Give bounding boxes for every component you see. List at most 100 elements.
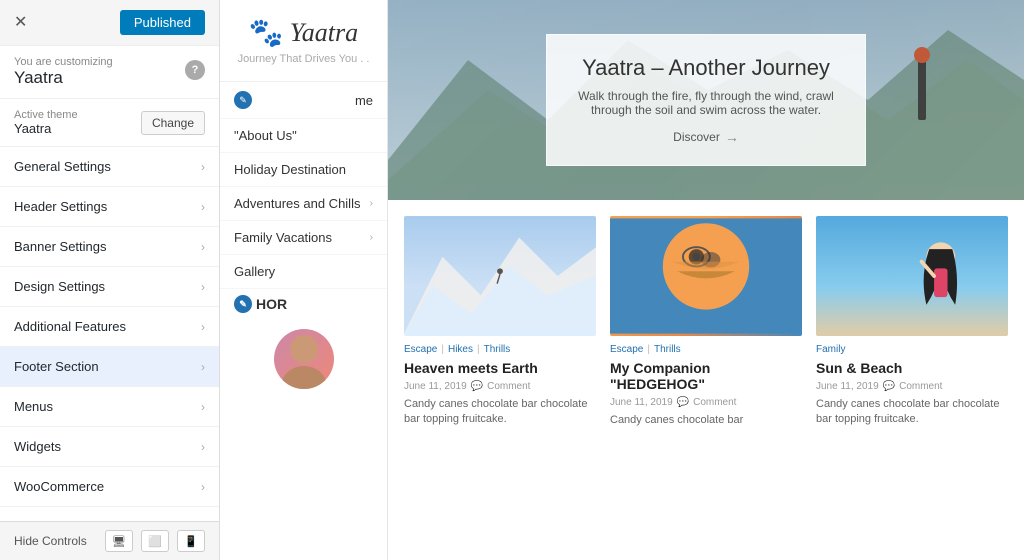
nav-item-label: Additional Features (14, 319, 126, 334)
customizer-header: ✕ Published (0, 0, 219, 46)
close-button[interactable]: ✕ (14, 15, 27, 31)
nav-item-banner-settings[interactable]: Banner Settings › (0, 227, 219, 267)
nav-item-header-settings[interactable]: Header Settings › (0, 187, 219, 227)
chevron-right-icon: › (201, 360, 205, 374)
tag-escape-2[interactable]: Escape (610, 344, 643, 355)
chevron-right-icon: › (370, 198, 373, 209)
site-navigation: ✎ me "About Us" Holiday Destination Adve… (220, 82, 387, 560)
nav-item-additional-features[interactable]: Additional Features › (0, 307, 219, 347)
author-avatar (274, 329, 334, 389)
card-1-meta: June 11, 2019 💬 Comment (404, 381, 596, 392)
device-icons: 🖥 ⬜ 📱 (105, 530, 205, 552)
site-logo-area: 🐾 Yaatra Journey That Drives You . . (220, 0, 387, 82)
hide-controls-label: Hide Controls (14, 534, 87, 548)
card-3-date: June 11, 2019 (816, 381, 879, 392)
nav-label-family: Family Vacations (234, 230, 332, 245)
help-icon[interactable]: ? (185, 60, 205, 80)
card-image-mountains (404, 216, 596, 336)
nav-item-label: Widgets (14, 439, 61, 454)
bottom-bar: Hide Controls 🖥 ⬜ 📱 (0, 521, 219, 560)
desktop-icon[interactable]: 🖥 (105, 530, 133, 552)
hor-edit-icon[interactable]: ✎ (234, 295, 252, 313)
chevron-right-icon: › (201, 440, 205, 454)
blog-card-3: Family Sun & Beach June 11, 2019 💬 Comme… (816, 216, 1008, 428)
site-logo-text: Yaatra (290, 18, 358, 48)
card-3-excerpt: Candy canes chocolate bar chocolate bar … (816, 397, 1008, 428)
card-1-date: June 11, 2019 (404, 381, 467, 392)
nav-item-design-settings[interactable]: Design Settings› (0, 267, 219, 307)
customizer-panel: ✕ Published You are customizing Yaatra ?… (0, 0, 220, 560)
nav-item-home[interactable]: ✎ me (220, 82, 387, 119)
card-1-comment[interactable]: Comment (487, 381, 530, 392)
theme-name: Yaatra (14, 121, 78, 136)
card-3-title[interactable]: Sun & Beach (816, 360, 1008, 376)
card-1-excerpt: Candy canes chocolate bar chocolate bar … (404, 397, 596, 428)
nav-label-home: me (355, 93, 373, 108)
tag-thrills-2[interactable]: Thrills (654, 344, 681, 355)
card-image-beach (816, 216, 1008, 336)
theme-section: Active theme Yaatra Change (0, 99, 219, 147)
nav-item-adventures[interactable]: Adventures and Chills › (220, 187, 387, 221)
card-2-meta: June 11, 2019 💬 Comment (610, 397, 802, 408)
logo-icon: 🐾 (249, 16, 284, 49)
nav-item-woocommerce[interactable]: WooCommerce› (0, 467, 219, 507)
tag-hikes[interactable]: Hikes (448, 344, 473, 355)
nav-item-holiday[interactable]: Holiday Destination (220, 153, 387, 187)
nav-item-label: Banner Settings (14, 239, 107, 254)
card-2-title[interactable]: My Companion "HEDGEHOG" (610, 360, 802, 392)
customizing-info: You are customizing Yaatra ? (0, 46, 219, 99)
edit-pencil-icon[interactable]: ✎ (234, 91, 252, 109)
chevron-right-icon: › (201, 160, 205, 174)
hero-overlay: Yaatra – Another Journey Walk through th… (546, 34, 866, 166)
chevron-right-icon: › (201, 280, 205, 294)
site-tagline: Journey That Drives You . . (238, 53, 370, 65)
discover-label: Discover (673, 130, 720, 144)
settings-nav: General Settings›Header Settings›Banner … (0, 147, 219, 521)
author-section (220, 319, 387, 399)
site-nav-panel: 🐾 Yaatra Journey That Drives You . . ✎ m… (220, 0, 388, 560)
tag-thrills-1[interactable]: Thrills (484, 344, 511, 355)
blog-card-1: Escape | Hikes | Thrills Heaven meets Ea… (404, 216, 596, 428)
change-theme-button[interactable]: Change (141, 111, 205, 135)
nav-item-about[interactable]: "About Us" (220, 119, 387, 153)
tag-family[interactable]: Family (816, 344, 845, 355)
blog-card-2: Escape | Thrills My Companion "HEDGEHOG"… (610, 216, 802, 428)
hide-controls-button[interactable]: Hide Controls (14, 534, 87, 548)
nav-item-general-settings[interactable]: General Settings › (0, 147, 219, 187)
nav-item-label: General Settings (14, 159, 111, 174)
chevron-right-icon-2: › (370, 232, 373, 243)
chevron-right-icon: › (201, 240, 205, 254)
discover-arrow-icon: → (725, 129, 739, 145)
discover-button[interactable]: Discover → (577, 129, 835, 145)
nav-item-menus[interactable]: Menus › (0, 387, 219, 427)
nav-item-gallery[interactable]: Gallery (220, 255, 387, 289)
nav-item-additional-css[interactable]: Additional CSS› (0, 507, 219, 521)
nav-item-label: Menus (14, 399, 53, 414)
nav-item-label: Header Settings (14, 199, 107, 214)
card-2-excerpt: Candy canes chocolate bar (610, 413, 802, 428)
tag-escape-1[interactable]: Escape (404, 344, 437, 355)
nav-item-label: WooCommerce (14, 479, 104, 494)
nav-label-about: "About Us" (234, 128, 297, 143)
nav-label-adventures: Adventures and Chills (234, 196, 360, 211)
card-3-comment[interactable]: Comment (899, 381, 942, 392)
nav-label-holiday: Holiday Destination (234, 162, 346, 177)
hero-title: Yaatra – Another Journey (577, 55, 835, 81)
card-1-title[interactable]: Heaven meets Earth (404, 360, 596, 376)
mobile-icon[interactable]: 📱 (177, 530, 205, 552)
site-preview-panel: Yaatra – Another Journey Walk through th… (388, 0, 1024, 560)
published-button[interactable]: Published (120, 10, 205, 35)
nav-item-widgets[interactable]: Widgets › (0, 427, 219, 467)
tablet-icon[interactable]: ⬜ (141, 530, 169, 552)
nav-item-family[interactable]: Family Vacations › (220, 221, 387, 255)
card-2-comment[interactable]: Comment (693, 397, 736, 408)
blog-section: Escape | Hikes | Thrills Heaven meets Ea… (388, 200, 1024, 444)
site-title: Yaatra (14, 68, 113, 88)
nav-item-footer-section[interactable]: Footer Section› (0, 347, 219, 387)
chevron-right-icon: › (201, 200, 205, 214)
chevron-right-icon: › (201, 400, 205, 414)
chevron-right-icon: › (201, 320, 205, 334)
blog-grid: Escape | Hikes | Thrills Heaven meets Ea… (404, 216, 1008, 428)
card-1-tags: Escape | Hikes | Thrills (404, 344, 596, 355)
hor-section: ✎ HOR (220, 289, 387, 319)
